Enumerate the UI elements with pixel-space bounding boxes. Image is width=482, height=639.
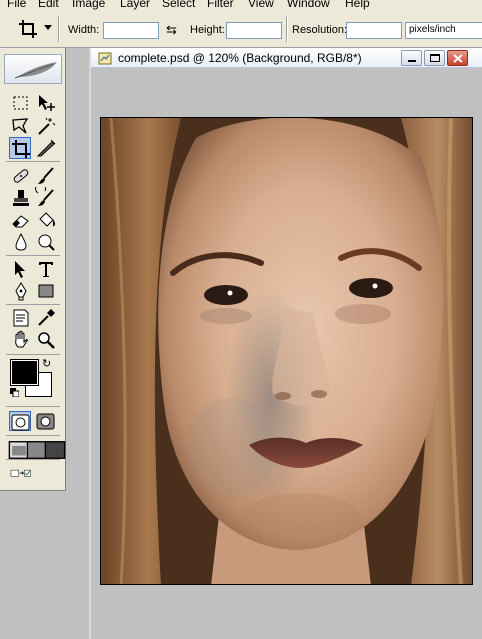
separator [286, 16, 288, 42]
swap-dimensions-icon[interactable]: ⇆ [166, 23, 177, 36]
portrait-image [101, 118, 472, 584]
document-title: complete.psd @ 120% (Background, RGB/8*) [118, 51, 362, 65]
close-icon [453, 54, 463, 63]
options-bar: Width: ⇆ Height: Resolution: pixels/inch [0, 10, 482, 48]
workspace-left [0, 491, 66, 639]
separator [58, 16, 60, 42]
height-input[interactable] [226, 22, 282, 39]
resolution-input[interactable] [346, 22, 402, 39]
paint-bucket-icon[interactable] [35, 209, 57, 231]
menu-layer[interactable]: Layer [120, 0, 150, 10]
quick-mask-icon[interactable] [35, 411, 57, 431]
screen-mode-menu-icon[interactable] [26, 439, 48, 459]
lasso-tool-icon[interactable] [10, 115, 32, 137]
default-colors-icon[interactable] [10, 388, 20, 398]
maximize-icon [430, 54, 440, 62]
screen-mode-standard-icon[interactable] [8, 439, 30, 459]
pen-tool-icon[interactable] [10, 280, 32, 302]
menu-file[interactable]: File [7, 0, 26, 10]
type-tool-icon[interactable] [35, 258, 57, 280]
menu-window[interactable]: Window [287, 0, 330, 10]
menu-bar: File Edit Image Layer Select Filter View… [0, 0, 482, 10]
blur-tool-icon[interactable] [10, 231, 32, 253]
document-title-bar[interactable]: complete.psd @ 120% (Background, RGB/8*) [91, 48, 482, 68]
units-select[interactable]: pixels/inch [405, 22, 482, 39]
chevron-down-icon[interactable] [44, 25, 52, 30]
dodge-tool-icon[interactable] [35, 231, 57, 253]
move-tool-icon[interactable] [35, 92, 57, 114]
slice-tool-icon[interactable] [35, 137, 57, 159]
resolution-label: Resolution: [292, 24, 348, 36]
close-button[interactable] [447, 50, 468, 66]
hand-tool-icon[interactable] [10, 329, 32, 351]
minimize-icon [408, 60, 416, 62]
zoom-tool-icon[interactable] [35, 329, 57, 351]
eyedropper-icon[interactable] [35, 307, 57, 329]
crop-tool-preset-icon[interactable] [18, 19, 38, 39]
width-input[interactable] [103, 22, 159, 39]
document-window: complete.psd @ 120% (Background, RGB/8*) [89, 48, 482, 639]
tools-panel: ↻ [0, 48, 66, 491]
standard-mode-icon[interactable] [9, 411, 31, 431]
history-brush-icon[interactable] [35, 187, 57, 209]
jump-to-imageready-icon[interactable] [10, 462, 56, 484]
toolbox-header[interactable] [4, 54, 62, 84]
separator [6, 354, 60, 355]
separator [6, 255, 60, 256]
separator [6, 161, 60, 162]
brush-tool-icon[interactable] [35, 165, 57, 187]
feather-logo-icon [14, 62, 57, 79]
separator [6, 435, 60, 436]
height-label: Height: [190, 24, 225, 36]
menu-view[interactable]: View [248, 0, 274, 10]
separator [6, 406, 60, 407]
minimize-button[interactable] [401, 50, 422, 66]
rectangle-tool-icon[interactable] [35, 280, 57, 302]
menu-help[interactable]: Help [345, 0, 370, 10]
path-selection-icon[interactable] [10, 258, 32, 280]
width-label: Width: [68, 24, 100, 36]
units-select-value: pixels/inch [409, 24, 456, 35]
menu-select[interactable]: Select [162, 0, 195, 10]
image-canvas[interactable] [100, 117, 473, 585]
swap-colors-icon[interactable]: ↻ [42, 357, 51, 370]
separator [6, 459, 60, 460]
magic-wand-icon[interactable] [35, 115, 57, 137]
menu-filter[interactable]: Filter [207, 0, 234, 10]
screen-mode-full-icon[interactable] [44, 439, 66, 459]
eraser-tool-icon[interactable] [10, 209, 32, 231]
marquee-tool-icon[interactable] [10, 92, 32, 114]
separator [6, 304, 60, 305]
foreground-color-swatch[interactable] [10, 359, 39, 386]
menu-image[interactable]: Image [72, 0, 105, 10]
menu-edit[interactable]: Edit [38, 0, 59, 10]
notes-tool-icon[interactable] [10, 307, 32, 329]
document-icon [98, 52, 112, 65]
clone-stamp-icon[interactable] [10, 187, 32, 209]
maximize-button[interactable] [424, 50, 445, 66]
crop-tool-icon[interactable] [9, 137, 31, 159]
healing-brush-icon[interactable] [10, 165, 32, 187]
